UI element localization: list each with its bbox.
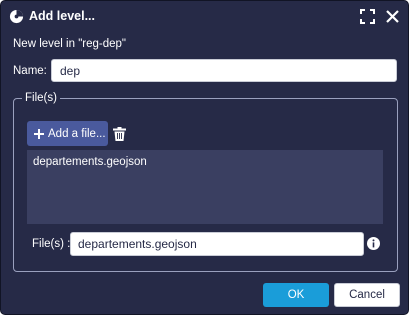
files-field-label: File(s) :	[32, 238, 71, 250]
files-path-input[interactable]	[70, 232, 364, 256]
dialog-title: Add level...	[29, 9, 95, 23]
app-logo-icon	[9, 9, 24, 24]
title-bar[interactable]: Add level...	[1, 1, 408, 32]
add-file-button-label: Add a file...	[48, 127, 106, 140]
name-label: Name:	[13, 65, 47, 77]
maximize-icon[interactable]	[359, 8, 376, 25]
add-level-dialog: Add level... New level in "reg-dep" Name…	[0, 0, 409, 315]
close-icon[interactable]	[384, 8, 401, 25]
dialog-subtitle: New level in "reg-dep"	[13, 38, 126, 50]
name-input[interactable]	[51, 59, 397, 82]
add-file-button[interactable]: Add a file...	[27, 121, 108, 146]
file-list[interactable]: departements.geojson	[27, 150, 383, 224]
file-list-item[interactable]: departements.geojson	[33, 156, 147, 168]
plus-icon	[34, 128, 44, 139]
trash-icon[interactable]	[113, 127, 126, 141]
cancel-button[interactable]: Cancel	[334, 283, 400, 307]
info-icon[interactable]	[367, 237, 380, 250]
files-group-legend: File(s)	[22, 92, 60, 104]
ok-button[interactable]: OK	[263, 283, 329, 307]
